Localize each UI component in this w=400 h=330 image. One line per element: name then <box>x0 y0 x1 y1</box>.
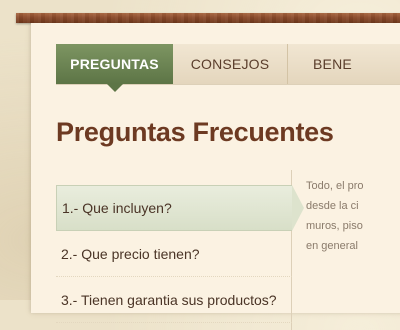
tab-preguntas[interactable]: PREGUNTAS <box>56 44 173 92</box>
page-title: Preguntas Frecuentes <box>56 117 334 147</box>
faq-item-garantia[interactable]: 3.- Tienen garantia sus productos? <box>56 277 292 323</box>
answer-text: Todo, el pro desde la ci muros, piso en … <box>306 176 400 256</box>
answer-line: Todo, el pro <box>306 180 364 192</box>
answer-line: muros, piso <box>306 220 363 232</box>
faq-item-label: 1.- Que incluyen? <box>62 200 172 216</box>
tab-bar: PREGUNTAS CONSEJOS BENE <box>56 44 400 92</box>
faq-item-label: 2.- Que precio tienen? <box>61 245 200 262</box>
faq-item-precio[interactable]: 2.- Que precio tienen? <box>56 231 292 277</box>
answer-line: desde la ci <box>306 200 359 212</box>
wood-header-bar <box>16 13 400 23</box>
tab-consejos[interactable]: CONSEJOS <box>173 44 288 84</box>
faq-item-incluyen[interactable]: 1.- Que incluyen? <box>56 185 304 231</box>
content-panel: PREGUNTAS CONSEJOS BENE Preguntas Frecue… <box>31 23 400 330</box>
faq-list: 1.- Que incluyen? 2.- Que precio tienen?… <box>56 185 304 323</box>
answer-line: en general <box>306 240 358 252</box>
tab-beneficios[interactable]: BENE <box>288 44 400 84</box>
